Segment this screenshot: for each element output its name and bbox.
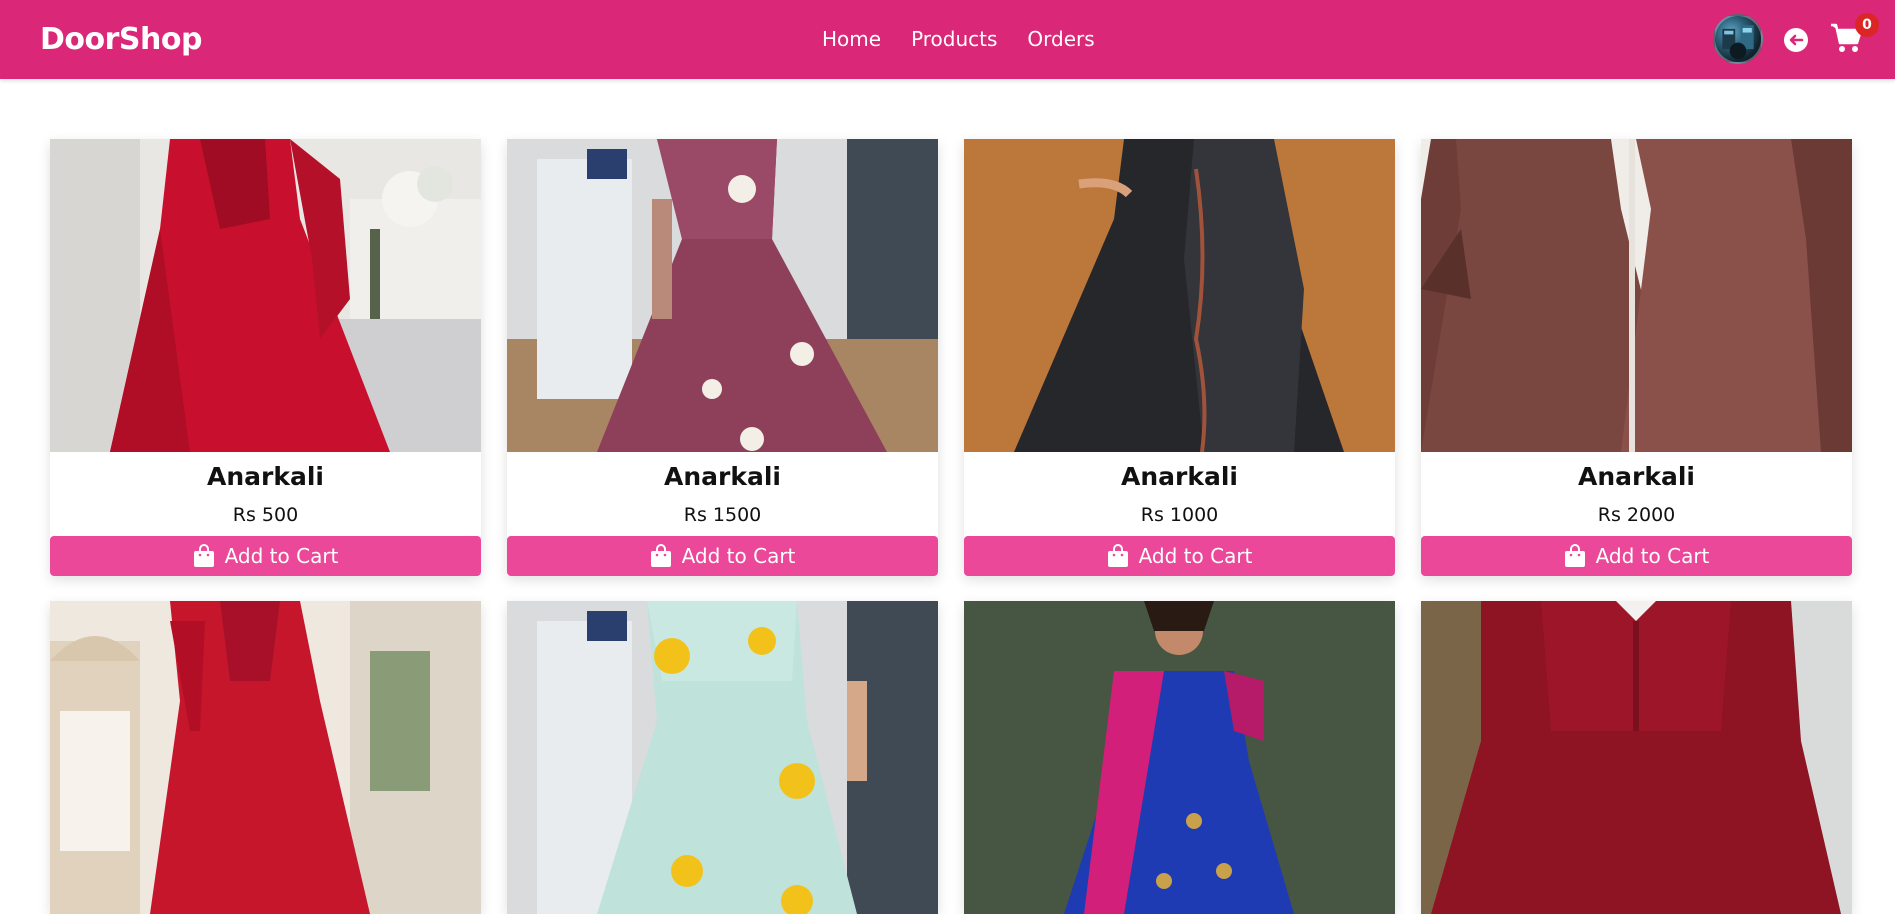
product-card: Anarkali Rs 500 Add to Cart [50, 139, 481, 576]
product-name: Anarkali [664, 462, 781, 491]
add-to-cart-label: Add to Cart [1595, 544, 1710, 568]
top-navbar: DoorShop Home Products Orders 0 [0, 0, 1895, 79]
product-image[interactable] [964, 601, 1395, 914]
product-name: Anarkali [207, 462, 324, 491]
nav-link-products[interactable]: Products [911, 27, 997, 51]
product-price: Rs 2000 [1597, 504, 1676, 526]
add-to-cart-label: Add to Cart [1138, 544, 1253, 568]
product-image[interactable] [50, 601, 481, 914]
product-price: Rs 500 [232, 504, 299, 526]
product-card [964, 601, 1395, 914]
product-card [50, 601, 481, 914]
product-card [1421, 601, 1852, 914]
product-card: Anarkali Rs 2000 Add to Cart [1421, 139, 1852, 576]
cart-count-badge: 0 [1855, 13, 1879, 37]
product-image[interactable] [1421, 139, 1852, 452]
product-card: Anarkali Rs 1000 Add to Cart [964, 139, 1395, 576]
shopping-bag-icon [193, 544, 214, 567]
product-card: Anarkali Rs 1500 Add to Cart [507, 139, 938, 576]
product-price: Rs 1000 [1140, 504, 1219, 526]
shopping-bag-icon [1107, 544, 1128, 567]
add-to-cart-label: Add to Cart [681, 544, 796, 568]
shopping-bag-icon [1564, 544, 1585, 567]
nav-links: Home Products Orders [822, 27, 1095, 51]
logout-icon[interactable] [1783, 27, 1809, 53]
shopping-bag-icon [650, 544, 671, 567]
product-grid: Anarkali Rs 500 Add to Cart Anarkali Rs … [50, 139, 1852, 914]
user-avatar[interactable] [1713, 14, 1763, 64]
add-to-cart-button[interactable]: Add to Cart [507, 536, 938, 576]
nav-link-orders[interactable]: Orders [1027, 27, 1094, 51]
product-price: Rs 1500 [683, 504, 762, 526]
add-to-cart-button[interactable]: Add to Cart [50, 536, 481, 576]
product-image[interactable] [507, 139, 938, 452]
product-image[interactable] [1421, 601, 1852, 914]
add-to-cart-button[interactable]: Add to Cart [1421, 536, 1852, 576]
product-card [507, 601, 938, 914]
add-to-cart-button[interactable]: Add to Cart [964, 536, 1395, 576]
nav-link-home[interactable]: Home [822, 27, 881, 51]
product-image[interactable] [50, 139, 481, 452]
avatar-image [1722, 25, 1754, 60]
product-name: Anarkali [1578, 462, 1695, 491]
product-image[interactable] [507, 601, 938, 914]
brand-logo[interactable]: DoorShop [40, 22, 202, 57]
product-name: Anarkali [1121, 462, 1238, 491]
product-image[interactable] [964, 139, 1395, 452]
add-to-cart-label: Add to Cart [224, 544, 339, 568]
